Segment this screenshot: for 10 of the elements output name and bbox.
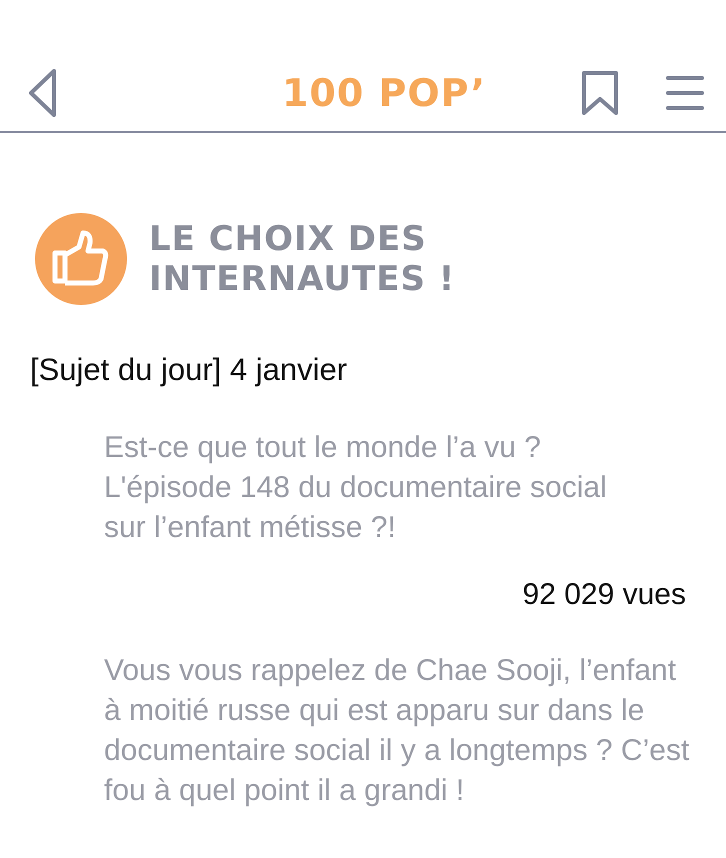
- topic-label: [Sujet du jour] 4 janvier: [30, 351, 348, 389]
- thumbs-up-icon: [35, 213, 127, 305]
- menu-icon[interactable]: [666, 75, 704, 111]
- section-heading: LE CHOIX DES INTERNAUTES !: [149, 219, 456, 299]
- post-body: Vous vous rappelez de Chae Sooji, l’enfant à moitié russe qui est apparu sur dans le documentaire social il y a longtemps ? C’est fou à quel point il a grandi !: [104, 652, 690, 808]
- post-title[interactable]: Est-ce que tout le monde l’a vu ? L'épisode 148 du documentaire social sur l’enfant métisse ?!: [104, 428, 626, 548]
- app-title: 100 POP’: [282, 70, 486, 116]
- view-count: 92 029 vues: [522, 576, 687, 612]
- bookmark-icon[interactable]: [582, 71, 618, 115]
- back-icon[interactable]: [28, 69, 56, 117]
